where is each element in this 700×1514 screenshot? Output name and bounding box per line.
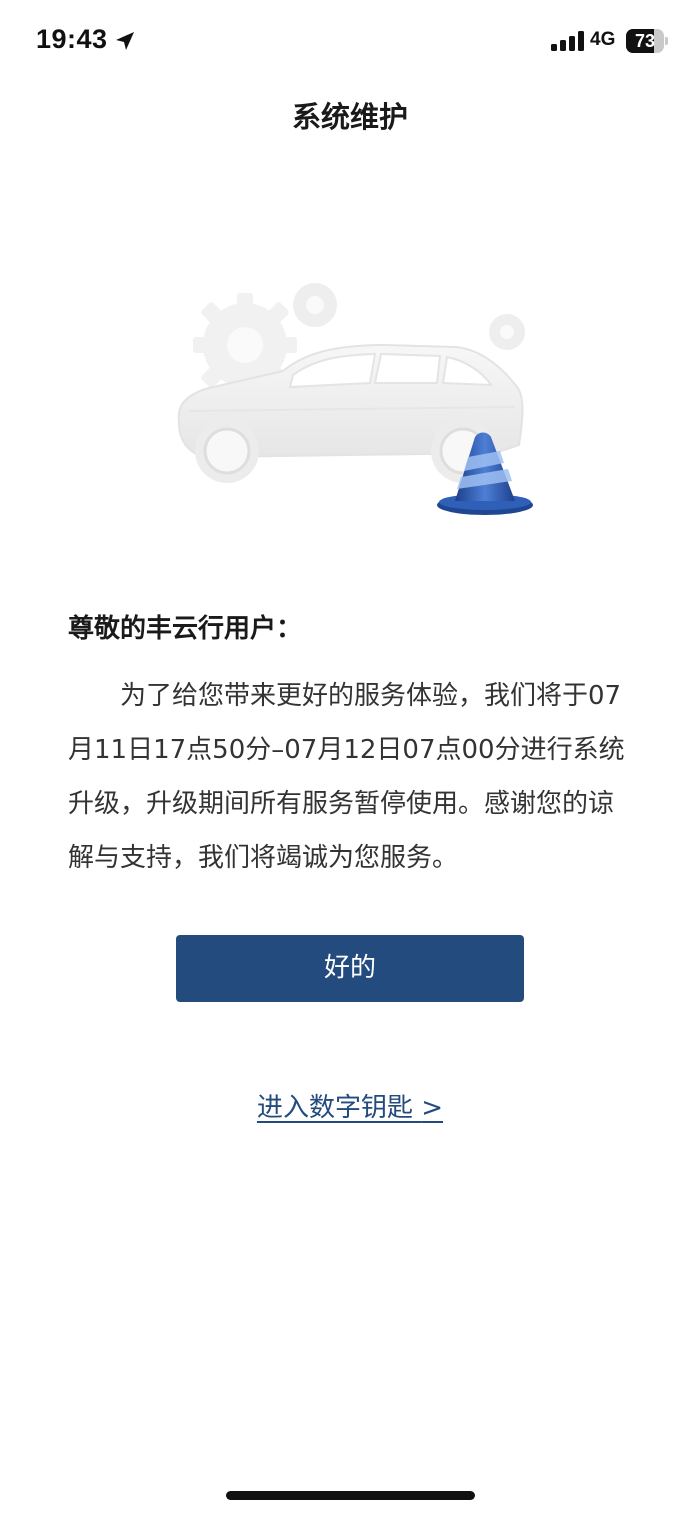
status-bar: 19:43 4G 73 xyxy=(0,0,700,84)
enter-digital-key-link[interactable]: 进入数字钥匙 > xyxy=(0,1087,700,1124)
page-title: 系统维护 xyxy=(291,100,408,134)
digital-key-label: 进入数字钥匙 xyxy=(256,1093,413,1123)
maintenance-illustration xyxy=(177,283,533,515)
network-type-label: 4G xyxy=(590,29,616,50)
gear-icon xyxy=(489,314,525,350)
gear-icon xyxy=(293,283,337,327)
ok-button[interactable]: 好的 xyxy=(176,935,524,1002)
greeting-text: 尊敬的丰云行用户： xyxy=(68,614,303,644)
battery-icon: 73 xyxy=(626,29,670,53)
cellular-signal-icon xyxy=(551,31,584,51)
status-time: 19:43 xyxy=(36,24,108,54)
battery-percent: 73 xyxy=(634,31,656,51)
home-indicator[interactable] xyxy=(226,1491,475,1500)
chevron-right-icon: > xyxy=(421,1093,444,1123)
location-arrow-icon xyxy=(116,32,134,50)
maintenance-notice-text: 为了给您带来更好的服务体验，我们将于07月11日17点50分–07月12日07点… xyxy=(68,681,625,873)
